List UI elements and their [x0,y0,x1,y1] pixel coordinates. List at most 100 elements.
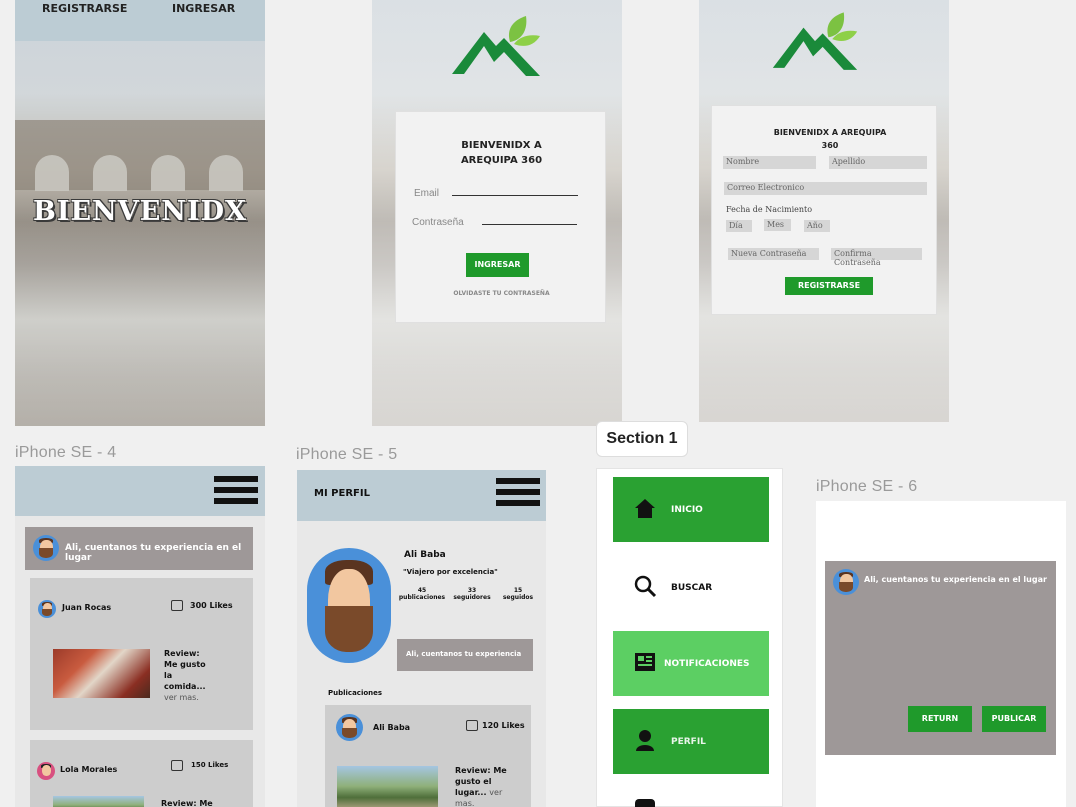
like-icon[interactable] [466,720,478,731]
profile-avatar[interactable] [307,548,391,663]
post-likes: 300 Likes [190,601,233,610]
nav-item-label: PERFIL [671,737,706,747]
post-username[interactable]: Lola Morales [60,765,117,774]
feed-screen: Ali, cuentanos tu experiencia en el luga… [15,466,265,807]
bridge-arch [209,155,243,191]
login-card: BIENVENIDX A AREQUIPA 360 Email Contrase… [395,111,606,323]
section-label[interactable]: Section 1 [596,421,688,457]
feed-post: Lola Morales 150 Likes Review: Me [30,740,253,807]
stat-count: 45 [417,587,427,594]
nav-item-inicio[interactable]: INICIO [613,477,769,542]
review-line: Review: Me [161,799,213,807]
birthdate-label: Fecha de Nacimiento [726,205,813,214]
login-button[interactable]: INGRESAR [466,253,529,277]
welcome-headline: BIENVENIDX [33,196,247,227]
register-screen: BIENVENIDX A AREQUIPA 360 Nombre Apellid… [699,0,949,422]
post-likes: 120 Likes [482,721,525,730]
hamburger-menu-icon[interactable] [496,478,540,511]
confirm-password-field[interactable]: Confirma Contraseña [831,248,922,267]
password-label: Contraseña [412,217,464,228]
email-field[interactable]: Correo Electronico [724,182,927,195]
register-card: BIENVENIDX A AREQUIPA 360 Nombre Apellid… [711,105,937,315]
email-field[interactable] [452,195,578,196]
review-line: comida... [164,682,206,691]
stat-seguidos[interactable]: 15 seguidos [498,587,538,601]
page-title: MI PERFIL [314,488,370,499]
post-image[interactable] [53,649,150,698]
stat-seguidores[interactable]: 33 seguidores [450,587,494,601]
hamburger-menu-icon[interactable] [214,476,258,509]
forgot-password-link[interactable]: OLVIDASTE TU CONTRASEÑA [396,290,607,297]
last-name-field[interactable]: Apellido [829,156,927,169]
stat-count: 33 [467,587,477,594]
register-link[interactable]: REGISTRARSE [42,2,127,15]
avatar [38,600,56,618]
newspaper-icon [635,653,655,671]
login-screen: BIENVENIDX A AREQUIPA 360 Email Contrase… [372,0,622,426]
mountain-logo-icon [772,12,858,70]
return-button[interactable]: RETURN [908,706,972,732]
stat-label: seguidores [453,594,491,601]
login-title-line1: BIENVENIDX A [461,140,542,151]
feed-post: Juan Rocas 300 Likes Review: Me gusto la… [30,578,253,730]
nav-item-label: BUSCAR [671,583,713,593]
nav-item-label: NOTIFICACIONES [664,659,750,669]
post-image[interactable] [53,796,144,807]
avatar [833,569,859,595]
nav-item-buscar[interactable]: BUSCAR [613,555,769,620]
home-icon [635,499,655,518]
review-line: la [164,671,173,680]
login-title: BIENVENIDX A AREQUIPA 360 [396,138,607,168]
read-more-link[interactable]: ver [489,788,502,797]
register-title-line2: 360 [821,141,839,150]
review-line: gusto el [455,777,492,786]
compose-prompt: Ali, cuentanos tu experiencia en el luga… [864,575,1047,584]
nav-item-perfil[interactable]: PERFIL [613,709,769,774]
register-title: BIENVENIDX A AREQUIPA 360 [712,126,948,152]
review-line: Review: Me [455,766,507,775]
settings-icon[interactable] [635,799,655,807]
post-review: Review: Me gusto el lugar... ver mas. [455,765,507,807]
mountain-logo-icon [452,16,540,76]
new-password-field[interactable]: Nueva Contraseña [728,248,819,260]
post-username[interactable]: Juan Rocas [62,603,111,612]
first-name-field[interactable]: Nombre [723,156,816,169]
stat-label: seguidos [502,594,534,601]
read-more-link[interactable]: ver mas. [164,692,206,703]
nav-item-notificaciones[interactable]: NOTIFICACIONES [613,631,769,696]
frame-label-se4: iPhone SE - 4 [15,444,117,461]
avatar [336,714,363,741]
post-prompt-bar[interactable]: Ali, cuentanos tu experiencia en el luga… [25,527,253,570]
post-prompt-bar[interactable]: Ali, cuentanos tu experiencia [397,639,533,671]
post-image[interactable] [337,766,438,807]
stat-count: 15 [513,587,523,594]
register-title-line1: BIENVENIDX A AREQUIPA [773,128,887,137]
publications-heading: Publicaciones [328,689,383,697]
search-icon [634,575,657,598]
day-field[interactable]: Día [726,220,752,232]
profile-name: Ali Baba [404,550,446,560]
like-icon[interactable] [171,600,183,611]
compose-panel: Ali, cuentanos tu experiencia en el luga… [825,561,1056,755]
register-button[interactable]: REGISTRARSE [785,277,873,295]
post-likes: 150 Likes [191,761,229,769]
like-icon[interactable] [171,760,183,771]
post-review: Review: Me gusto la comida... ver mas. [164,648,206,703]
password-field[interactable] [482,224,577,225]
month-field[interactable]: Mes [764,219,791,231]
background-photo [15,41,265,426]
profile-header: MI PERFIL [297,470,546,521]
avatar [37,762,55,780]
compose-textarea[interactable] [835,601,1045,701]
frame-label-se5: iPhone SE - 5 [296,446,398,463]
review-line: Me gusto [164,660,206,669]
stat-label: publicaciones [398,594,446,601]
login-link[interactable]: INGRESAR [172,2,235,15]
post-username[interactable]: Ali Baba [373,723,410,732]
publish-button[interactable]: PUBLICAR [982,706,1046,732]
read-more-link[interactable]: mas. [455,798,507,807]
year-field[interactable]: Año [804,220,830,232]
email-label: Email [414,188,440,199]
feed-header [15,466,265,516]
stat-publicaciones[interactable]: 45 publicaciones [398,587,446,601]
